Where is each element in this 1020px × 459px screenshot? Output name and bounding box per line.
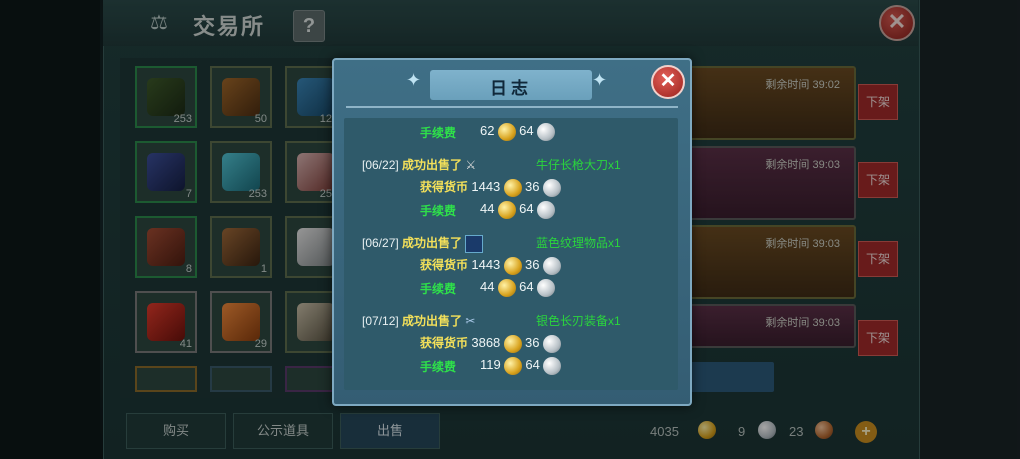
log-entry-header: [06/27] 成功出售了 (362, 234, 484, 253)
silver-coin-icon (536, 123, 555, 141)
gold-coin-icon (503, 178, 522, 197)
ornament-left-icon: ✦ (406, 70, 422, 90)
gold-coin-icon (504, 357, 523, 375)
gold-coin-icon (497, 279, 516, 297)
ornament-right-icon: ✦ (592, 70, 608, 90)
item-icon (465, 234, 484, 253)
divider (346, 106, 678, 108)
log-item-name: 银色长刃装备x1 (536, 314, 621, 328)
dialog-header: 日志 (430, 70, 592, 100)
silver-coin-icon (542, 334, 561, 353)
log-entry-header: [07/12] 成功出售了 ✂ (362, 312, 481, 330)
log-item-name: 蓝色纹理物品x1 (536, 236, 621, 250)
sword-icon: ⚔ (465, 157, 477, 172)
earn-row: 获得货币 1443 36 (420, 178, 561, 197)
log-item-name: 牛仔长枪大刀x1 (536, 158, 621, 172)
earn-row: 获得货币 3868 36 (420, 334, 561, 353)
fee-row: 手续费 (420, 126, 457, 140)
silver-coin-icon (542, 178, 561, 197)
dialog-title: 日志 (490, 79, 532, 98)
log-list[interactable]: 手续费 62 64 [06/22] 成功出售了 ⚔ 牛仔长枪大刀x1 获得货币 … (344, 118, 678, 390)
silver-coin-icon (536, 201, 555, 219)
fee-values: 119 64 (480, 357, 562, 375)
gold-coin-icon (497, 201, 516, 219)
gold-coin-icon (503, 256, 522, 275)
earn-row: 获得货币 1443 36 (420, 256, 561, 275)
gold-coin-icon (503, 334, 522, 353)
fee-row: 手续费 (420, 360, 457, 374)
silver-coin-icon (543, 357, 562, 375)
gold-coin-icon (497, 123, 516, 141)
dialog-close-button[interactable]: ✕ (651, 65, 685, 99)
game-screen: ⚖ 交易所 ? ✕ 253 50 12 7 253 25 8 1 41 29 剩… (0, 0, 1020, 459)
fee-values: 62 64 (480, 123, 555, 141)
fee-values: 44 64 (480, 279, 555, 297)
fee-row: 手续费 (420, 282, 457, 296)
log-entry-header: [06/22] 成功出售了 ⚔ (362, 156, 481, 174)
silver-coin-icon (542, 256, 561, 275)
log-dialog: ✦ 日志 ✦ ✕ 手续费 62 64 [06/22] 成功出售了 ⚔ 牛仔长枪大… (332, 58, 692, 406)
silver-coin-icon (536, 279, 555, 297)
fee-values: 44 64 (480, 201, 555, 219)
blade-icon: ✂ (465, 313, 476, 328)
fee-row: 手续费 (420, 204, 457, 218)
